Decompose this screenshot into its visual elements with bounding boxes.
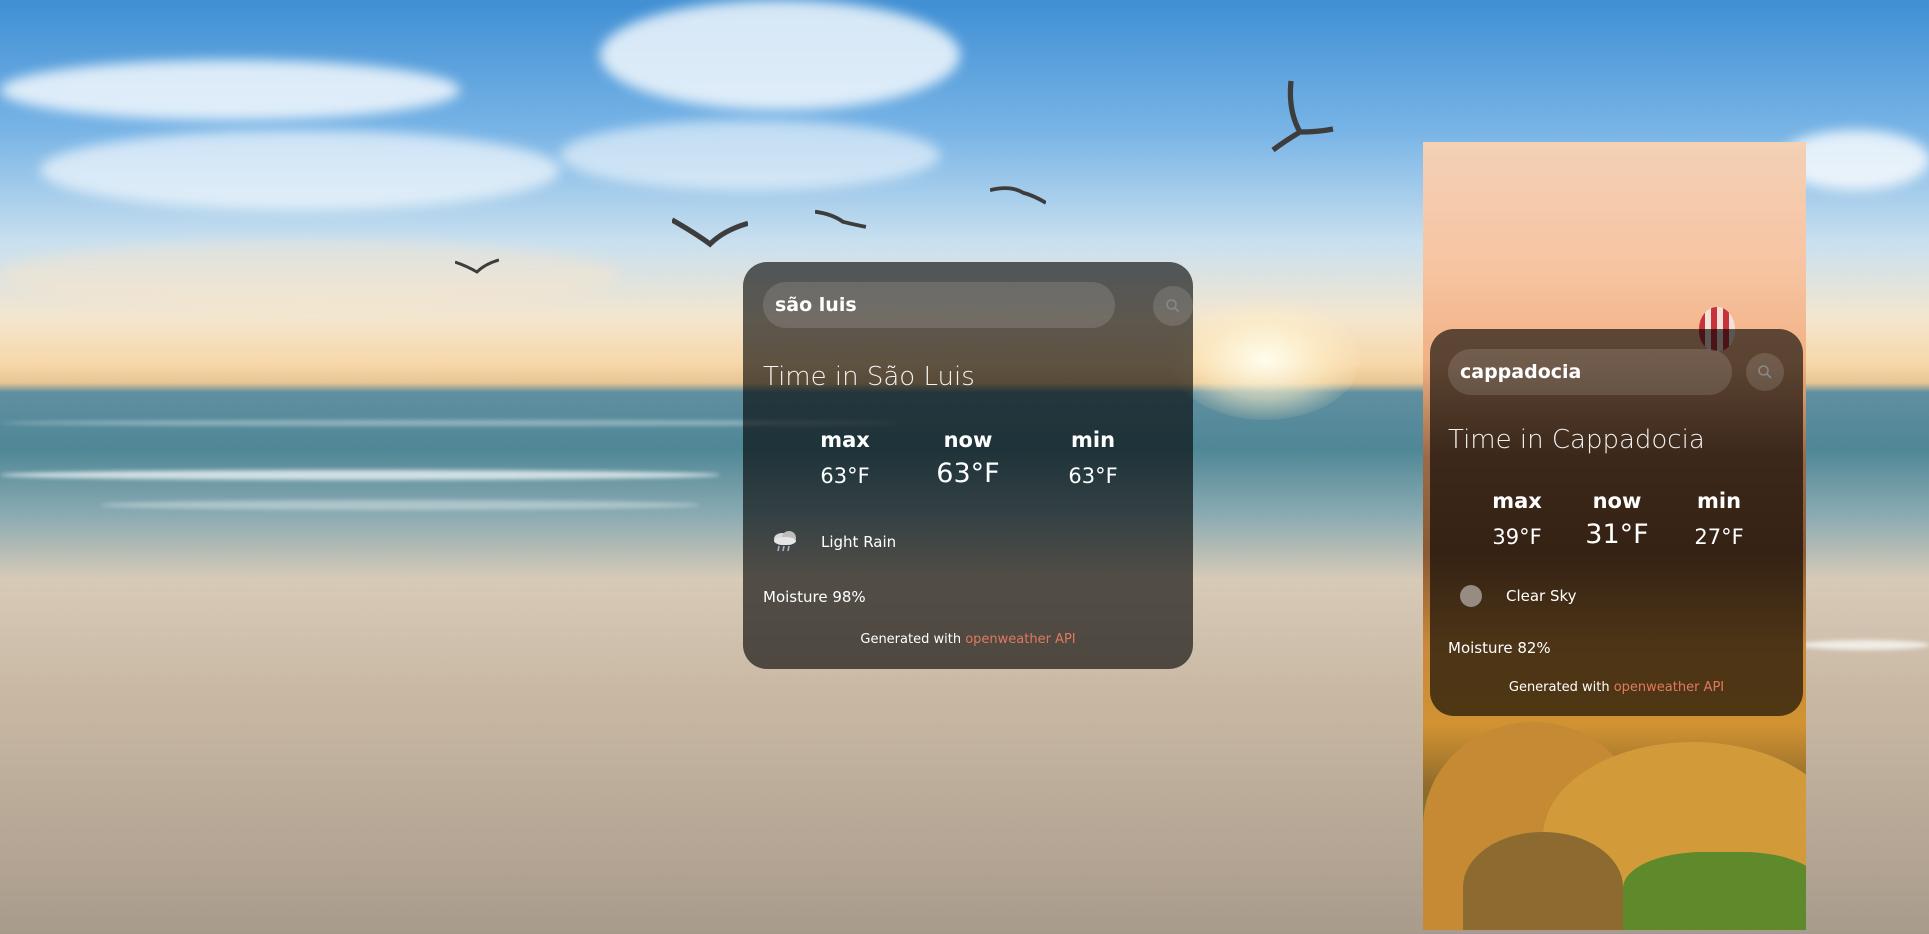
temp-min-label: min	[1070, 428, 1116, 452]
condition-text: Clear Sky	[1506, 587, 1577, 605]
search-row	[1448, 349, 1785, 395]
footer-credit: Generated with openweather API	[1430, 680, 1803, 695]
temp-min: min 63°F	[1048, 428, 1138, 488]
footer-credit: Generated with openweather API	[743, 632, 1193, 647]
condition-row: Light Rain	[771, 530, 896, 554]
bird-icon	[990, 186, 1046, 205]
openweather-api-link[interactable]: openweather API	[965, 632, 1075, 647]
weather-card: Time in São Luis max 63°F now 63°F min 6…	[743, 262, 1193, 669]
bird-icon	[815, 209, 867, 229]
temp-min-value: 63°F	[1068, 464, 1118, 488]
search-row	[763, 282, 1193, 328]
bird-icon	[1271, 80, 1334, 153]
moisture-text: Moisture 98%	[763, 588, 866, 606]
temp-max-value: 39°F	[1492, 525, 1542, 549]
temp-now-value: 63°F	[936, 458, 1000, 489]
temp-max-value: 63°F	[820, 464, 870, 488]
footer-prefix: Generated with	[860, 632, 962, 647]
temp-now-label: now	[943, 428, 993, 452]
bird-icon	[455, 258, 499, 274]
location-title: Time in Cappadocia	[1448, 425, 1705, 455]
city-search-input[interactable]	[763, 282, 1115, 328]
clear-sky-icon	[1460, 585, 1482, 607]
temp-max-label: max	[820, 428, 870, 452]
footer-prefix: Generated with	[1508, 680, 1610, 695]
temp-min-value: 27°F	[1694, 525, 1744, 549]
search-button[interactable]	[1153, 286, 1193, 326]
openweather-api-link[interactable]: openweather API	[1614, 680, 1724, 695]
city-search-input[interactable]	[1448, 349, 1732, 395]
temp-max: max 39°F	[1472, 489, 1562, 549]
temp-min: min 27°F	[1674, 489, 1764, 549]
temp-now: now 31°F	[1572, 489, 1662, 550]
rain-cloud-icon	[774, 531, 796, 552]
location-title: Time in São Luis	[763, 362, 975, 392]
temp-max-label: max	[1492, 489, 1542, 513]
temp-max: max 63°F	[800, 428, 890, 488]
search-icon	[1758, 365, 1772, 379]
search-icon	[1166, 299, 1180, 313]
condition-row: Clear Sky	[1458, 583, 1577, 609]
search-button[interactable]	[1746, 353, 1784, 391]
temp-now: now 63°F	[923, 428, 1013, 489]
temp-now-value: 31°F	[1585, 519, 1649, 550]
bird-icon	[672, 217, 748, 248]
condition-text: Light Rain	[821, 533, 897, 551]
moisture-text: Moisture 82%	[1448, 639, 1551, 657]
temp-min-label: min	[1696, 489, 1742, 513]
weather-card: Time in Cappadocia max 39°F now 31°F min…	[1430, 329, 1803, 716]
temp-now-label: now	[1592, 489, 1642, 513]
